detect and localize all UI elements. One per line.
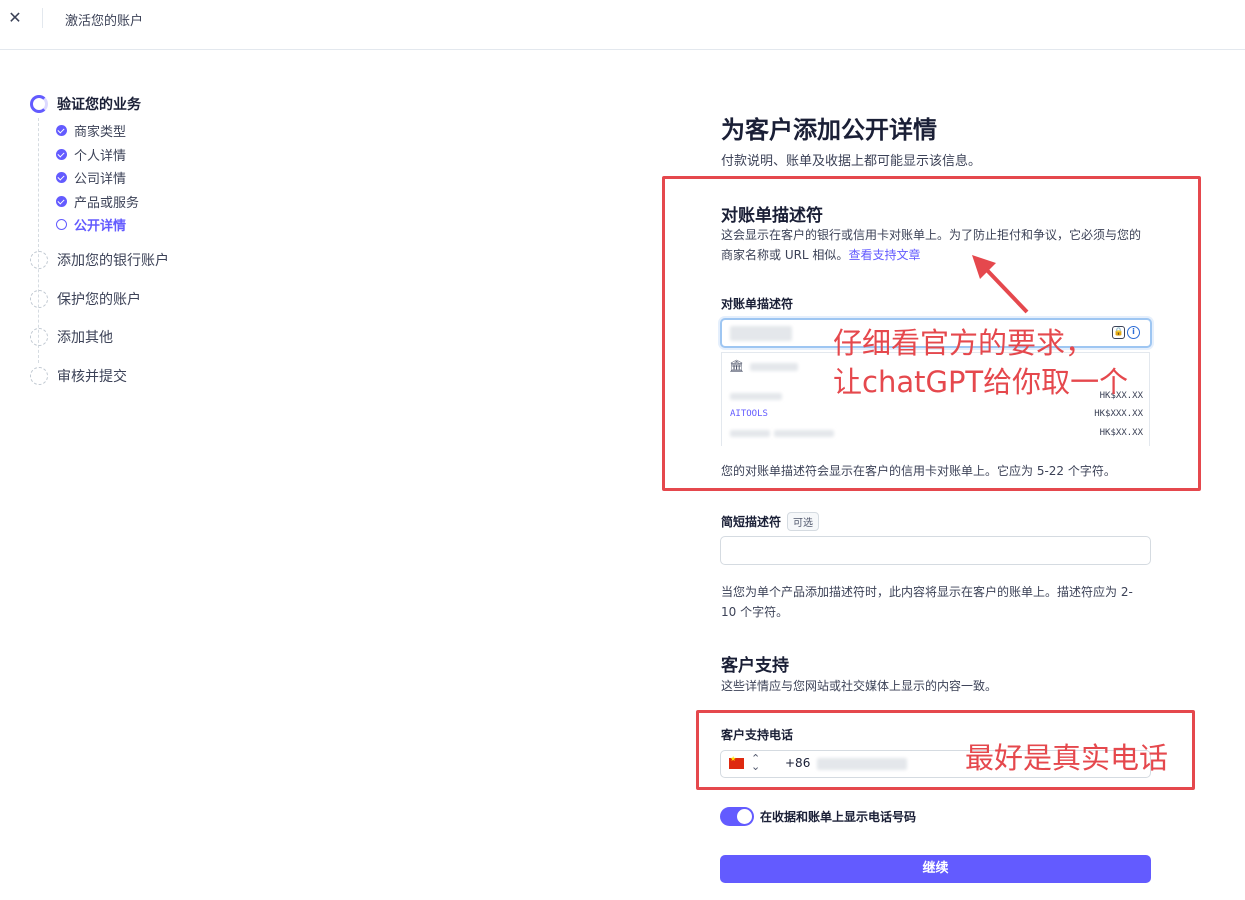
pending-step-icon	[30, 251, 48, 269]
substep-label: 公开详情	[74, 219, 127, 234]
annotation-phone-note: 最好是真实电话	[965, 741, 1169, 775]
step-secure-account[interactable]: 保护您的账户	[30, 289, 141, 309]
annotation-text-line2: 让chatGPT给你取一个	[833, 365, 1129, 399]
descriptor-heading: 对账单描述符	[721, 206, 823, 226]
show-phone-toggle-label: 在收据和账单上显示电话号码	[760, 810, 917, 824]
close-icon[interactable]: ✕	[6, 8, 24, 28]
substep-label: 公司详情	[74, 172, 127, 187]
page-title: 为客户添加公开详情	[721, 116, 937, 144]
redacted-value	[730, 326, 792, 341]
descriptor-description: 这会显示在客户的银行或信用卡对账单上。为了防止拒付和争议，它必须与您的商家名称或…	[721, 228, 1142, 262]
support-phone-label: 客户支持电话	[721, 728, 794, 742]
divider	[42, 8, 43, 28]
step-label: 添加其他	[57, 330, 113, 346]
optional-badge: 可选	[787, 512, 820, 531]
lock-icon: 🔒	[1112, 326, 1125, 339]
substep-label: 个人详情	[74, 149, 127, 164]
annotation-text-line1: 仔细看官方的要求，	[833, 326, 1095, 360]
bank-icon: 🏛	[729, 359, 745, 373]
descriptor-field-label: 对账单描述符	[721, 297, 794, 311]
substep-public-details[interactable]: 公开详情	[56, 215, 126, 234]
substep-label: 产品或服务	[74, 196, 140, 211]
short-descriptor-label: 简短描述符 可选	[721, 512, 820, 531]
info-icon: i	[1127, 326, 1140, 339]
chevron-updown-icon[interactable]: ⌃ ⌄	[751, 753, 760, 772]
annotation-arrow-icon	[972, 255, 1029, 314]
step-label: 保护您的账户	[57, 292, 141, 308]
redacted-text	[750, 363, 798, 371]
continue-button[interactable]: 继续	[720, 855, 1151, 883]
page-subtitle: 付款说明、账单及收据上都可能显示该信息。	[721, 154, 982, 169]
substep-products-services[interactable]: 产品或服务	[56, 192, 139, 211]
substep-personal-details[interactable]: 个人详情	[56, 145, 126, 164]
short-descriptor-input[interactable]	[720, 536, 1151, 565]
redacted-phone	[817, 758, 907, 770]
descriptor-help: 您的对账单描述符会显示在客户的信用卡对账单上。它应为 5-22 个字符。	[721, 464, 1116, 478]
substep-company-details[interactable]: 公司详情	[56, 168, 126, 187]
current-step-icon	[56, 219, 67, 230]
top-bar: ✕ 激活您的账户	[0, 0, 1245, 50]
check-icon	[56, 149, 67, 160]
step-review-submit[interactable]: 审核并提交	[30, 366, 127, 386]
step-label: 审核并提交	[57, 369, 127, 385]
progress-ring-icon	[30, 95, 48, 113]
page-header-title: 激活您的账户	[65, 14, 144, 29]
country-code: +86	[785, 756, 811, 770]
password-manager-icons[interactable]: 🔒 i	[1112, 326, 1140, 339]
pending-step-icon	[30, 290, 48, 308]
substep-label: 商家类型	[74, 125, 127, 140]
china-flag-icon[interactable]	[729, 755, 744, 769]
substep-business-type[interactable]: 商家类型	[56, 121, 126, 140]
support-heading: 客户支持	[721, 656, 789, 676]
step-label: 验证您的业务	[57, 97, 141, 113]
step-verify-business[interactable]: 验证您的业务	[30, 94, 141, 114]
short-descriptor-help: 当您为单个产品添加描述符时，此内容将显示在客户的账单上。描述符应为 2-10 个…	[721, 585, 1133, 619]
support-description: 这些详情应与您网站或社交媒体上显示的内容一致。	[721, 679, 998, 693]
check-icon	[56, 125, 67, 136]
pending-step-icon	[30, 328, 48, 346]
check-icon	[56, 196, 67, 207]
step-add-other[interactable]: 添加其他	[30, 327, 113, 347]
pending-step-icon	[30, 367, 48, 385]
step-bank-account[interactable]: 添加您的银行账户	[30, 250, 169, 270]
show-phone-toggle[interactable]	[720, 807, 754, 826]
check-icon	[56, 172, 67, 183]
support-article-link[interactable]: 查看支持文章	[848, 248, 920, 262]
step-label: 添加您的银行账户	[57, 253, 169, 269]
